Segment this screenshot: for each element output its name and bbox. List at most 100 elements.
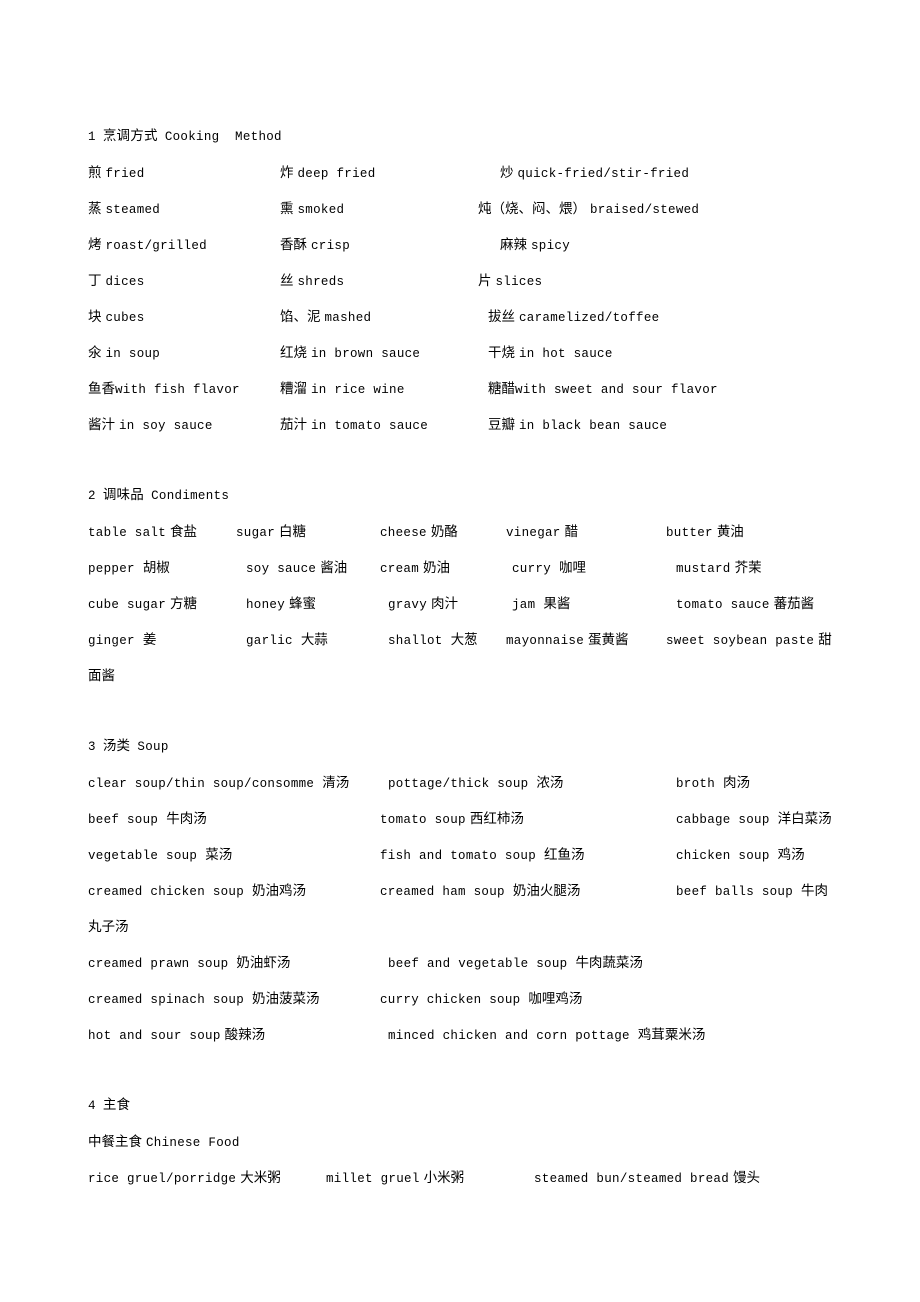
entry-en: cabbage soup xyxy=(676,813,770,827)
entry: 鱼香with fish flavor xyxy=(88,371,240,408)
entry: pepper 胡椒 xyxy=(88,550,170,587)
entry-en: creamed prawn soup xyxy=(88,957,229,971)
entry-cn: 咖哩 xyxy=(559,560,587,576)
section-number: 3 xyxy=(88,740,96,754)
entry: 氽 in soup xyxy=(88,335,160,372)
entry-cn: 洋白菜汤 xyxy=(777,811,832,827)
subsection-title-en: Chinese Food xyxy=(146,1136,240,1150)
entry-cn: 麻辣 xyxy=(500,237,527,253)
entry: minced chicken and corn pottage 鸡茸粟米汤 xyxy=(388,1017,705,1054)
entry-cn: 丝 xyxy=(280,273,294,289)
table-row: 块 cubes 馅、泥 mashed 拔丝 caramelized/toffee xyxy=(88,299,878,335)
entry-en: shreds xyxy=(297,275,345,289)
entry-en: in black bean sauce xyxy=(519,419,668,433)
entry: 炖（烧、闷、煨） braised/stewed xyxy=(478,191,699,228)
entry-en: broth xyxy=(676,777,716,791)
table-row: ginger 姜 garlic 大蒜 shallot 大葱 mayonnaise… xyxy=(88,622,878,658)
entry-en: butter xyxy=(666,526,713,540)
entry: 酱汁 in soy sauce xyxy=(88,407,213,444)
entry-cn: 甜 xyxy=(818,632,832,648)
entry-en: beef balls soup xyxy=(676,885,794,899)
entry-en: soy sauce xyxy=(246,562,317,576)
entry-en: vegetable soup xyxy=(88,849,198,863)
table-row: clear soup/thin soup/consomme 清汤 pottage… xyxy=(88,765,878,801)
table-row: creamed spinach soup 奶油菠菜汤 curry chicken… xyxy=(88,981,878,1017)
entry-cn: 果酱 xyxy=(543,596,571,612)
entry-cn: 小米粥 xyxy=(423,1170,465,1186)
entry: cabbage soup 洋白菜汤 xyxy=(676,801,832,838)
entry: 糟溜 in rice wine xyxy=(280,371,405,408)
entry: sweet soybean paste 甜 xyxy=(666,622,832,659)
entry: 蒸 steamed xyxy=(88,191,160,228)
entry-cn: 红鱼汤 xyxy=(544,847,585,863)
entry: 片 slices xyxy=(478,263,542,300)
entry-cn: 大蒜 xyxy=(300,632,328,648)
section-heading: 1 烹调方式 Cooking Method xyxy=(88,118,878,155)
table-row: table salt 食盐 sugar 白糖 cheese 奶酪 vinegar… xyxy=(88,514,878,550)
table-row: vegetable soup 菜汤 fish and tomato soup 红… xyxy=(88,837,878,873)
entry-en: table salt xyxy=(88,526,167,540)
entry-en: honey xyxy=(246,598,286,612)
entry-en: in rice wine xyxy=(311,383,405,397)
entry-cn: 西红柿汤 xyxy=(469,811,524,827)
entry: garlic 大蒜 xyxy=(246,622,328,659)
entry-cn: 奶油虾汤 xyxy=(236,955,291,971)
entry-en: sugar xyxy=(236,526,276,540)
entry-en: cube sugar xyxy=(88,598,167,612)
entry-cn: 牛肉蔬菜汤 xyxy=(575,955,643,971)
entry: creamed prawn soup 奶油虾汤 xyxy=(88,945,290,982)
entry-cn: 酱汁 xyxy=(88,417,115,433)
entry-en: pottage/thick soup xyxy=(388,777,529,791)
entry-en: beef and vegetable soup xyxy=(388,957,568,971)
entry: 红烧 in brown sauce xyxy=(280,335,420,372)
entry: steamed bun/steamed bread 馒头 xyxy=(534,1160,760,1197)
section-title-cn: 主食 xyxy=(102,1097,131,1113)
entry-cn: 鱼香 xyxy=(88,381,115,397)
entry-en: deep fried xyxy=(297,167,376,181)
table-row: 煎 fried 炸 deep fried 炒 quick-fried/stir-fri… xyxy=(88,155,878,191)
entry: millet gruel 小米粥 xyxy=(326,1160,464,1197)
subsection-title-cn: 中餐主食 xyxy=(88,1134,142,1150)
entry: beef balls soup 牛肉 xyxy=(676,873,828,910)
entry-cn: 香酥 xyxy=(280,237,307,253)
entry-cn: 鸡汤 xyxy=(777,847,805,863)
entry-cn: 肉汤 xyxy=(723,775,751,791)
section-cooking-method: 1 烹调方式 Cooking Method 煎 fried 炸 deep fried… xyxy=(88,118,878,443)
entry-cn: 豆瓣 xyxy=(488,417,515,433)
entry: 丝 shreds xyxy=(280,263,344,300)
entry-en: creamed ham soup xyxy=(380,885,505,899)
entry: 茄汁 in tomato sauce xyxy=(280,407,428,444)
entry-cn: 食盐 xyxy=(170,524,198,540)
entry: fish and tomato soup 红鱼汤 xyxy=(380,837,585,874)
table-row: 鱼香with fish flavor 糟溜 in rice wine 糖醋with… xyxy=(88,371,878,407)
entry: ginger 姜 xyxy=(88,622,156,659)
entry-cn: 姜 xyxy=(142,632,157,648)
section-title-cn: 调味品 xyxy=(102,487,144,503)
entry: 炒 quick-fried/stir-fried xyxy=(500,155,689,192)
table-row: 丁 dices 丝 shreds 片 slices xyxy=(88,263,878,299)
entry-en: cream xyxy=(380,562,420,576)
wrapped-line-row: 丸子汤 xyxy=(88,909,878,945)
table-row: creamed prawn soup 奶油虾汤 beef and vegetab… xyxy=(88,945,878,981)
section-number: 1 xyxy=(88,130,96,144)
entry-en: caramelized/toffee xyxy=(519,311,660,325)
entry-cn: 奶油 xyxy=(423,560,451,576)
entry: butter 黄油 xyxy=(666,514,744,551)
entry-en: cheese xyxy=(380,526,427,540)
entry-en: braised/stewed xyxy=(590,203,700,217)
table-row: 氽 in soup 红烧 in brown sauce 干烧 in hot sauce xyxy=(88,335,878,371)
section-title-cn: 烹调方式 xyxy=(102,128,158,144)
entry-en: smoked xyxy=(297,203,345,217)
entry-en: in soup xyxy=(105,347,161,361)
entry-cn: 奶油火腿汤 xyxy=(512,883,581,899)
entry-cn: 胡椒 xyxy=(142,560,170,576)
section-title-cn: 汤类 xyxy=(102,738,131,754)
entry-cn: 蒸 xyxy=(88,201,102,217)
entry: gravy 肉汁 xyxy=(388,586,458,623)
section-title-en: Soup xyxy=(137,740,169,754)
entry: tomato soup 西红柿汤 xyxy=(380,801,524,838)
entry-cn: 氽 xyxy=(88,345,102,361)
entry-en: chicken soup xyxy=(676,849,770,863)
entry: sugar 白糖 xyxy=(236,514,306,551)
